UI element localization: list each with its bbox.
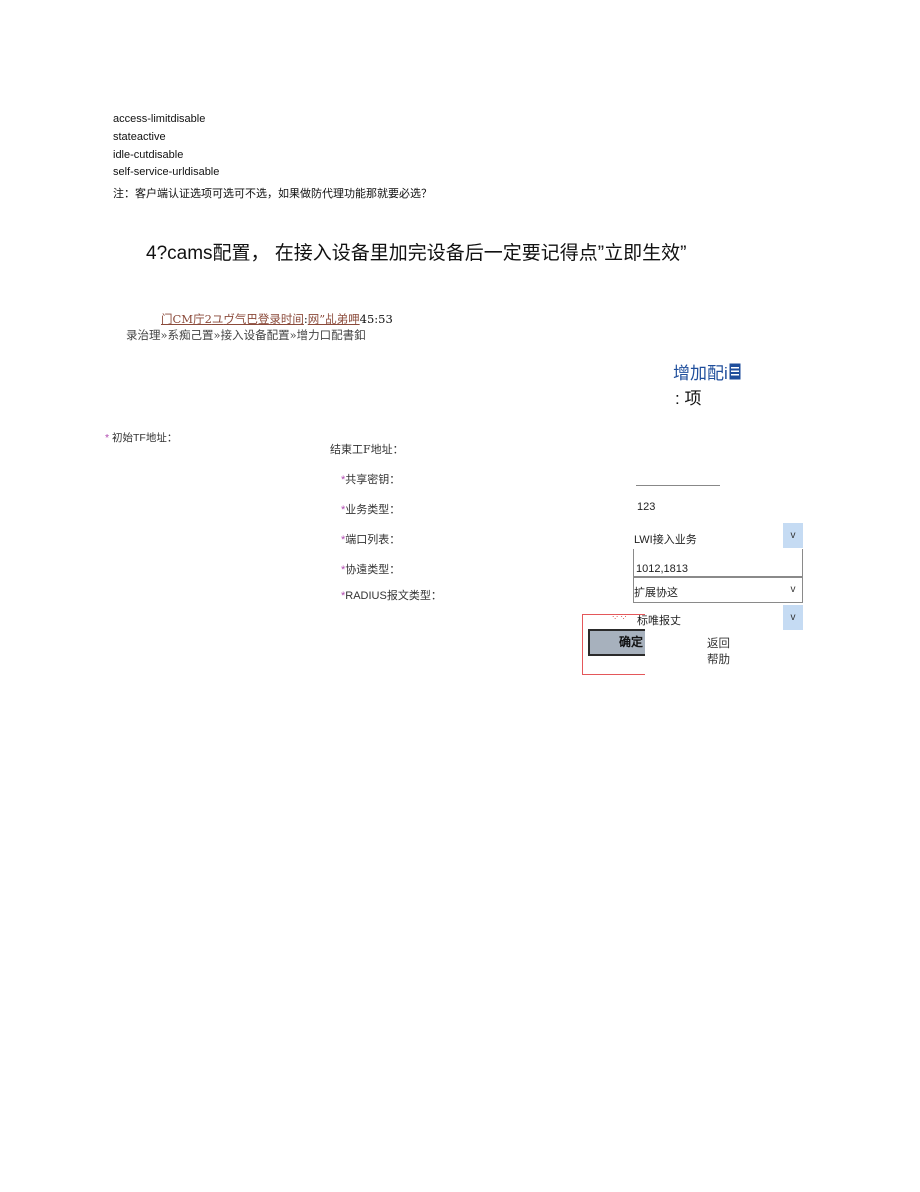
service-type-value[interactable]: 123 [637,501,655,513]
config-line-state: stateactive [113,131,166,143]
section-heading: 4?cams配置， 在接入设备里加完设备后一定要记得点”立即生效” [146,243,687,264]
login-time: 45:53 [359,312,393,326]
config-line-idle-cut: idle-cutdisable [113,149,184,161]
standard-message-dropdown-arrow[interactable]: v [783,605,803,630]
port-list-label: *端口列表： [341,534,401,546]
shared-key-label: *共享密钥： [341,474,401,486]
status-bar: 门CM庁2ユヴ气巴登录时间:网”乩弟呷45:53 [161,312,393,326]
back-link[interactable]: 返回 [707,635,730,651]
document-icon [729,363,741,380]
end-ip-label: 结東工F地址： [330,443,404,456]
extend-protocol-dropdown-arrow[interactable]: v [783,577,803,602]
status-link[interactable]: 门CM庁2ユヴ气巴登录时间 [161,312,304,326]
config-line-self-service-url: self-service-urldisable [113,166,220,178]
note-text: 注：客户端认证选项可选可不选，如果做防代理功能那就要必选？ [113,188,432,200]
protocol-type-field[interactable]: 1012,1813 [633,549,803,577]
sparkle-icon: ⁘⁘ [611,612,628,623]
service-type-label: *业务类型： [341,504,401,516]
protocol-type-label: *协遠类型： [341,564,401,576]
start-ip-label: * 初始TF地址： [105,432,178,444]
shared-key-input[interactable] [636,485,720,486]
login-time-link[interactable]: 网”乩弟呷 [308,312,360,326]
port-list-value[interactable]: LWI接入业务 [634,531,697,547]
extend-protocol-select[interactable]: 扩展协这 [633,577,803,603]
breadcrumb: 录治理»系痴己置»接入设备配置»增力口配書釦 [126,328,366,342]
add-config-title: 增加配i [673,359,741,384]
help-link[interactable]: 帮肋 [707,651,730,667]
ok-button[interactable]: 确定 [588,629,645,656]
radius-type-label: *RADIUS报文类型： [341,590,442,602]
config-line-access-limit: access-limitdisable [113,113,206,125]
add-config-subtitle: : 项 [675,389,702,408]
port-list-dropdown-arrow[interactable]: v [783,523,803,548]
protocol-type-value: 1012,1813 [636,563,688,575]
extend-protocol-value: 扩展协这 [634,587,678,599]
